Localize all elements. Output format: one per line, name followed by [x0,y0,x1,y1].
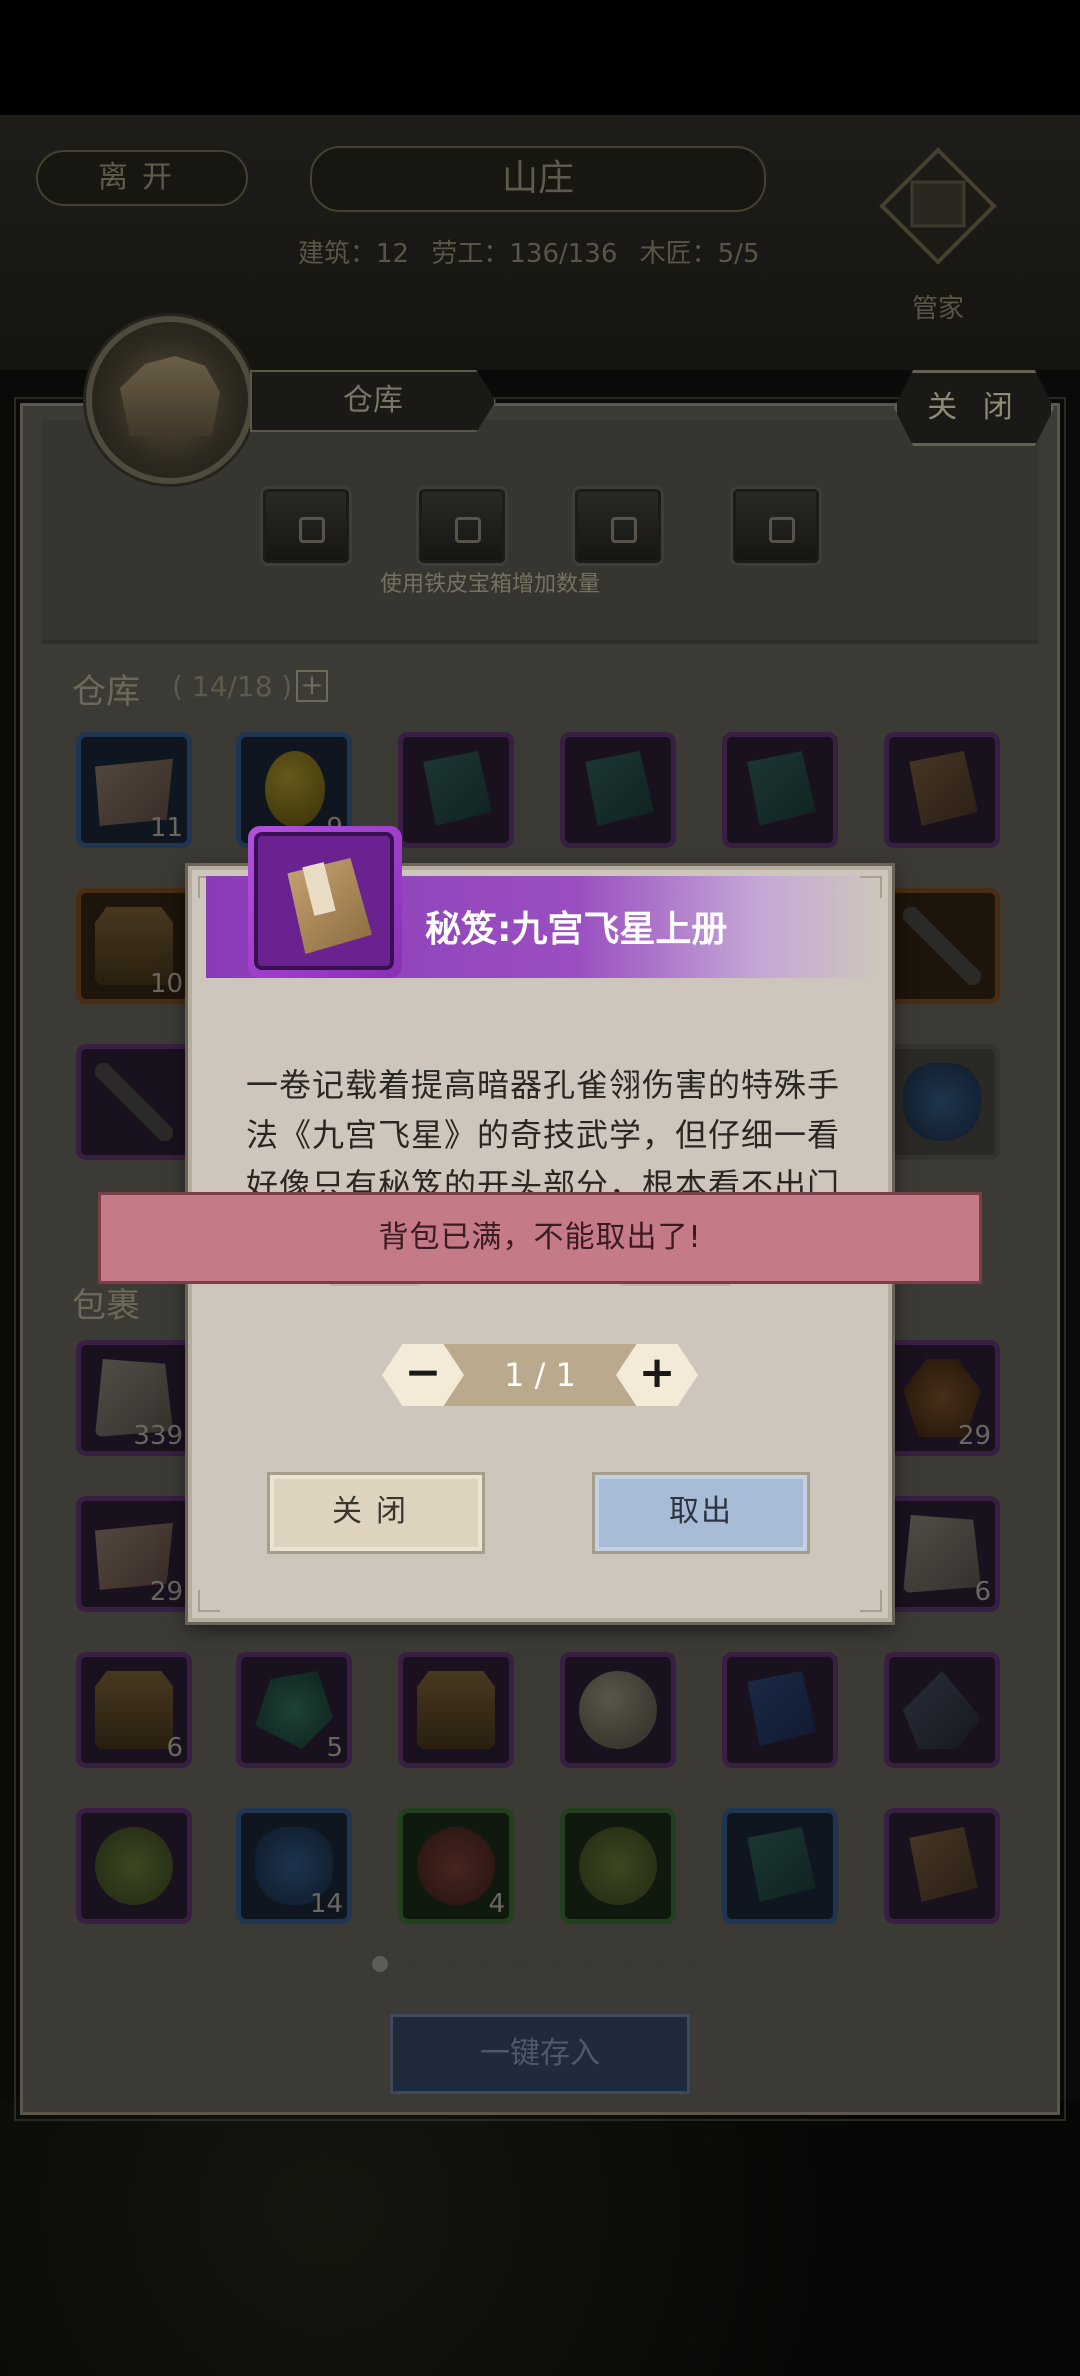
take-out-button[interactable]: 取出 [592,1472,810,1554]
item-description: 一卷记载着提高暗器孔雀翎伤害的特殊手法《九宫飞星》的奇技武学，但仔细一看好像只有… [246,1066,840,1192]
item-slot [254,832,394,970]
item-frame [248,826,402,978]
dialog-title: 秘笈:九宫飞星上册 [425,909,728,950]
game-screen: 离开 山庄 建筑：12 劳工：136/136 木匠：5/5 管家 使用铁皮宝箱增… [0,0,1080,2376]
close-button[interactable]: 关闭 [267,1472,485,1554]
toast-message: 背包已满，不能取出了! [98,1192,982,1284]
quantity-value: 1 / 1 [504,1356,576,1394]
corner-ornament [860,1590,882,1612]
corner-ornament [198,1590,220,1612]
